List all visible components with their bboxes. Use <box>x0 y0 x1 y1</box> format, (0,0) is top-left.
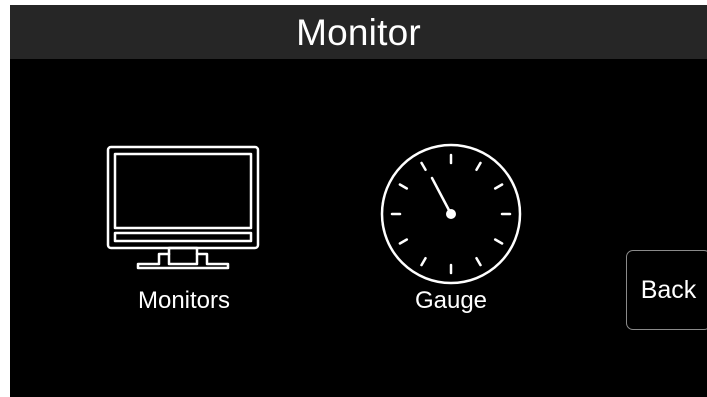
monitors-label: Monitors <box>137 287 231 314</box>
monitor-icon <box>106 145 260 270</box>
page-title: Monitor <box>296 11 421 53</box>
back-button[interactable]: Back <box>626 250 707 330</box>
header-bar: Monitor <box>10 5 707 59</box>
monitors-tile[interactable]: Monitors <box>98 140 270 318</box>
back-button-label: Back <box>640 275 697 304</box>
app-screen: Monitor Monitors Gauge Back <box>10 5 707 397</box>
gauge-icon <box>380 143 522 285</box>
gauge-tile[interactable]: Gauge <box>371 140 531 318</box>
gauge-label: Gauge <box>414 287 488 314</box>
